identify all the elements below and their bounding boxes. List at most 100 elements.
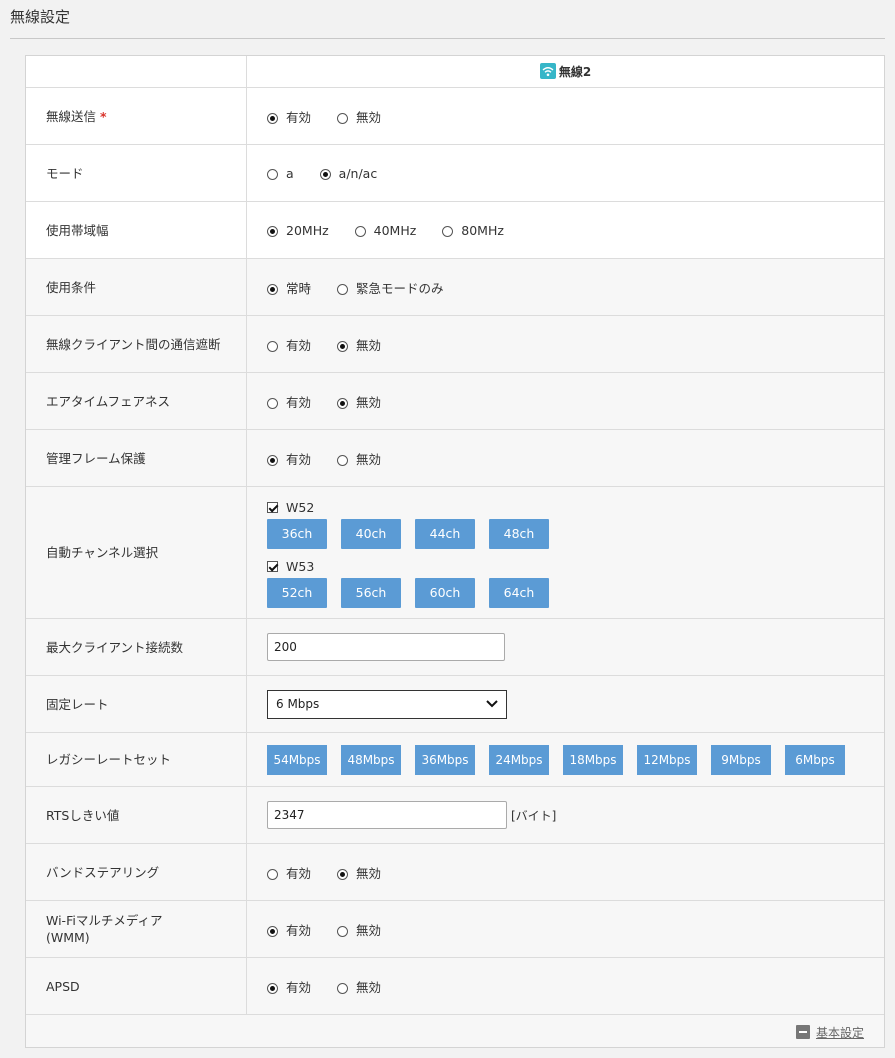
radio-bw-80[interactable]: 80MHz	[442, 223, 504, 238]
radio-button[interactable]	[267, 340, 278, 352]
radio-button[interactable]	[337, 112, 348, 124]
radio-bw-20[interactable]: 20MHz	[267, 223, 329, 238]
rate-list: 54Mbps 48Mbps 36Mbps 24Mbps 18Mbps 12Mbps 9Mbp…	[246, 732, 884, 787]
radio-wmm-disable[interactable]: 無効	[337, 920, 381, 939]
channel-button-44[interactable]: 44ch	[415, 518, 475, 549]
checkbox-w52[interactable]	[267, 501, 278, 513]
radio-group: a a/n/ac	[246, 144, 884, 202]
channel-list-w52: 36ch 40ch 44ch 48ch	[267, 518, 884, 549]
radio-button[interactable]	[337, 397, 348, 409]
radio-button[interactable]	[442, 225, 454, 237]
radio-button[interactable]	[337, 283, 348, 295]
radio-group: 有効 無効	[246, 957, 884, 1015]
radio-band-steering-disable[interactable]: 無効	[337, 863, 381, 882]
channel-button-36[interactable]: 36ch	[267, 518, 327, 549]
radio-airtime-enable[interactable]: 有効	[267, 392, 311, 411]
row-label: 自動チャンネル選択	[26, 486, 247, 619]
radio-transmit-enable[interactable]: 有効	[267, 107, 311, 126]
radio-bw-40[interactable]: 40MHz	[354, 223, 416, 238]
channel-button-48[interactable]: 48ch	[489, 518, 549, 549]
row-label: エアタイムフェアネス	[26, 372, 247, 430]
column-title: 無線2	[558, 65, 592, 79]
row-rts: RTSしきい値 2347 [バイト]	[26, 786, 884, 844]
row-label: Wi-Fiマルチメディア(WMM)	[26, 900, 247, 958]
row-isolation: 無線クライアント間の通信遮断 有効 無効	[26, 315, 884, 373]
collapse-icon[interactable]	[795, 1025, 810, 1039]
radio-group: 有効 無効	[246, 87, 884, 145]
row-label: バンドステアリング	[26, 843, 247, 901]
group-w53: W53	[267, 559, 884, 574]
radio-group: 有効 無効	[246, 315, 884, 373]
fixed-rate-select[interactable]: 6 Mbps	[267, 689, 507, 719]
value-cell: 6 Mbps	[246, 675, 884, 733]
radio-mode-a[interactable]: a	[267, 166, 294, 181]
radio-button[interactable]	[267, 982, 278, 994]
channel-button-60[interactable]: 60ch	[415, 577, 475, 608]
channel-groups: W52 36ch 40ch 44ch 48ch W53 52ch 56ch 60ch 64c…	[246, 486, 884, 619]
max-clients-input[interactable]: 200	[267, 633, 505, 661]
radio-group: 常時 緊急モードのみ	[246, 258, 884, 316]
radio-button[interactable]	[267, 225, 278, 237]
radio-button[interactable]	[337, 868, 348, 880]
radio-airtime-disable[interactable]: 無効	[337, 392, 381, 411]
radio-band-steering-enable[interactable]: 有効	[267, 863, 311, 882]
radio-apsd-disable[interactable]: 無効	[337, 977, 381, 996]
checkbox-w53[interactable]	[267, 560, 278, 572]
radio-isolation-enable[interactable]: 有効	[267, 335, 311, 354]
radio-apsd-enable[interactable]: 有効	[267, 977, 311, 996]
radio-pmf-disable[interactable]: 無効	[337, 449, 381, 468]
rts-input[interactable]: 2347	[267, 801, 507, 829]
row-bandwidth: 使用帯域幅 20MHz 40MHz 80MHz	[26, 201, 884, 259]
channel-button-56[interactable]: 56ch	[341, 577, 401, 608]
header-empty-cell	[26, 56, 247, 88]
row-label: 管理フレーム保護	[26, 429, 247, 487]
radio-group: 有効 無効	[246, 429, 884, 487]
radio-button[interactable]	[319, 168, 331, 180]
rate-button-36[interactable]: 36Mbps	[415, 744, 475, 775]
radio-button[interactable]	[267, 283, 278, 295]
radio-button[interactable]	[267, 868, 278, 880]
radio-isolation-disable[interactable]: 無効	[337, 335, 381, 354]
value-cell: 200	[246, 618, 884, 676]
footer: 基本設定	[795, 1024, 864, 1041]
radio-group: 有効 無効	[246, 843, 884, 901]
rate-button-54[interactable]: 54Mbps	[267, 744, 327, 775]
radio-pmf-enable[interactable]: 有効	[267, 449, 311, 468]
row-apsd: APSD 有効 無効	[26, 957, 884, 1015]
row-condition: 使用条件 常時 緊急モードのみ	[26, 258, 884, 316]
required-mark: *	[100, 108, 107, 124]
radio-button[interactable]	[267, 925, 278, 937]
rate-button-48[interactable]: 48Mbps	[341, 744, 401, 775]
row-label: 無線クライアント間の通信遮断	[26, 315, 247, 373]
rate-button-24[interactable]: 24Mbps	[489, 744, 549, 775]
radio-button[interactable]	[337, 982, 348, 994]
radio-mode-anac[interactable]: a/n/ac	[319, 166, 377, 181]
radio-group: 20MHz 40MHz 80MHz	[246, 201, 884, 259]
radio-button[interactable]	[337, 925, 348, 937]
radio-condition-emergency[interactable]: 緊急モードのみ	[337, 278, 444, 297]
row-label: 固定レート	[26, 675, 247, 733]
radio-button[interactable]	[267, 397, 278, 409]
rate-button-18[interactable]: 18Mbps	[563, 744, 623, 775]
rate-button-12[interactable]: 12Mbps	[637, 744, 697, 775]
row-band-steering: バンドステアリング 有効 無効	[26, 843, 884, 901]
radio-button[interactable]	[337, 454, 348, 466]
radio-button[interactable]	[267, 168, 278, 180]
radio-button[interactable]	[354, 225, 366, 237]
rate-button-6[interactable]: 6Mbps	[785, 744, 845, 775]
basic-settings-link[interactable]: 基本設定	[816, 1026, 864, 1040]
radio-transmit-disable[interactable]: 無効	[337, 107, 381, 126]
radio-group: 有効 無効	[246, 372, 884, 430]
select-value: 6 Mbps	[276, 696, 320, 711]
channel-list-w53: 52ch 56ch 60ch 64ch	[267, 577, 884, 608]
rts-unit: [バイト]	[511, 808, 557, 823]
radio-wmm-enable[interactable]: 有効	[267, 920, 311, 939]
radio-button[interactable]	[267, 112, 278, 124]
radio-condition-always[interactable]: 常時	[267, 278, 311, 297]
channel-button-40[interactable]: 40ch	[341, 518, 401, 549]
channel-button-64[interactable]: 64ch	[489, 577, 549, 608]
radio-button[interactable]	[267, 454, 278, 466]
rate-button-9[interactable]: 9Mbps	[711, 744, 771, 775]
channel-button-52[interactable]: 52ch	[267, 577, 327, 608]
radio-button[interactable]	[337, 340, 348, 352]
